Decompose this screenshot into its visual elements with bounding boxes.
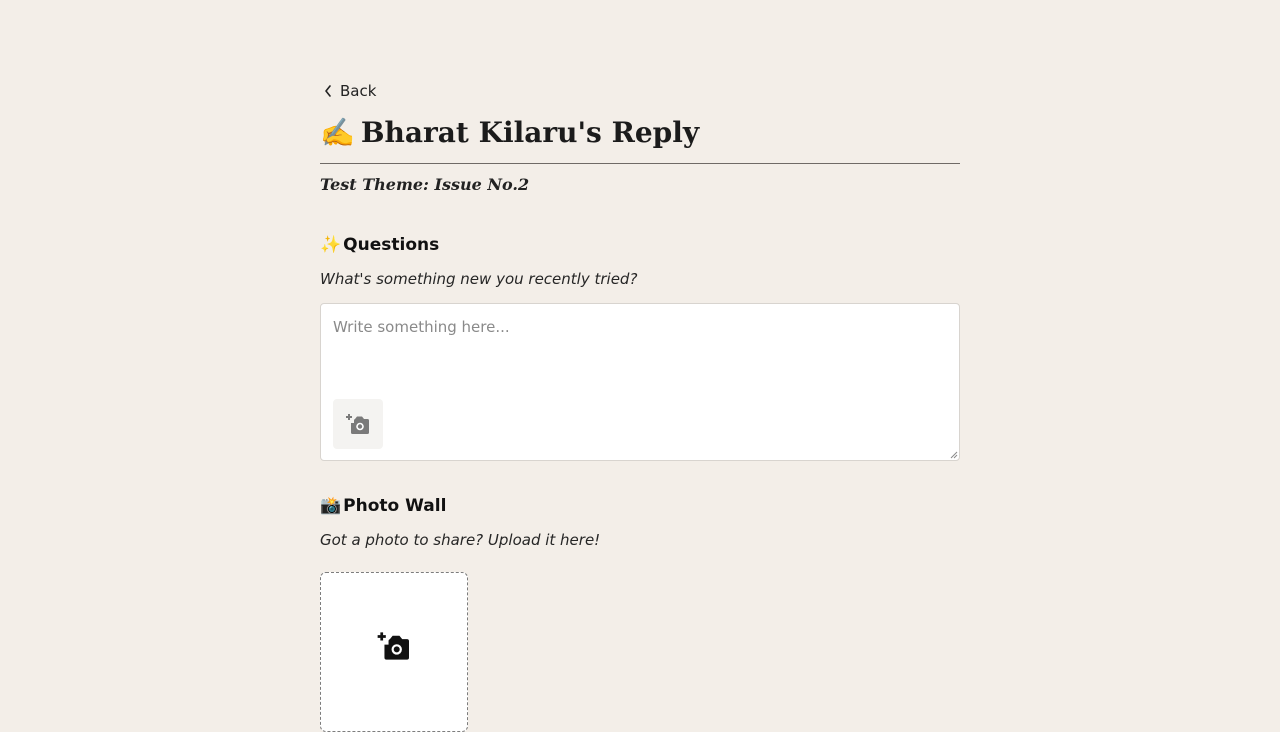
page-title: ✍️ Bharat Kilaru's Reply [320,116,699,149]
back-link[interactable]: Back [324,82,376,100]
questions-heading-text: Questions [343,235,440,255]
camera-flash-icon: 📸 [320,496,342,516]
photo-wall-prompt: Got a photo to share? Upload it here! [320,531,601,549]
answer-input[interactable] [321,304,959,460]
question-prompt: What's something new you recently tried? [320,270,638,288]
back-label: Back [340,82,377,100]
theme-subtitle: Test Theme: Issue No.2 [320,175,530,194]
title-divider [320,163,960,164]
answer-box [320,303,960,461]
questions-heading: ✨ Questions [320,235,439,255]
add-photo-icon [377,632,409,660]
page-title-text: Bharat Kilaru's Reply [360,116,700,149]
photo-wall-heading: 📸 Photo Wall [320,496,446,516]
photo-wall-heading-text: Photo Wall [343,496,447,516]
chevron-left-icon [325,85,331,97]
add-photo-icon [346,414,369,434]
sparkles-icon: ✨ [320,235,342,255]
photo-upload-tile[interactable] [320,572,468,732]
writing-hand-icon: ✍️ [320,116,355,149]
add-photo-button[interactable] [333,399,383,449]
resize-handle-icon[interactable] [950,451,958,459]
